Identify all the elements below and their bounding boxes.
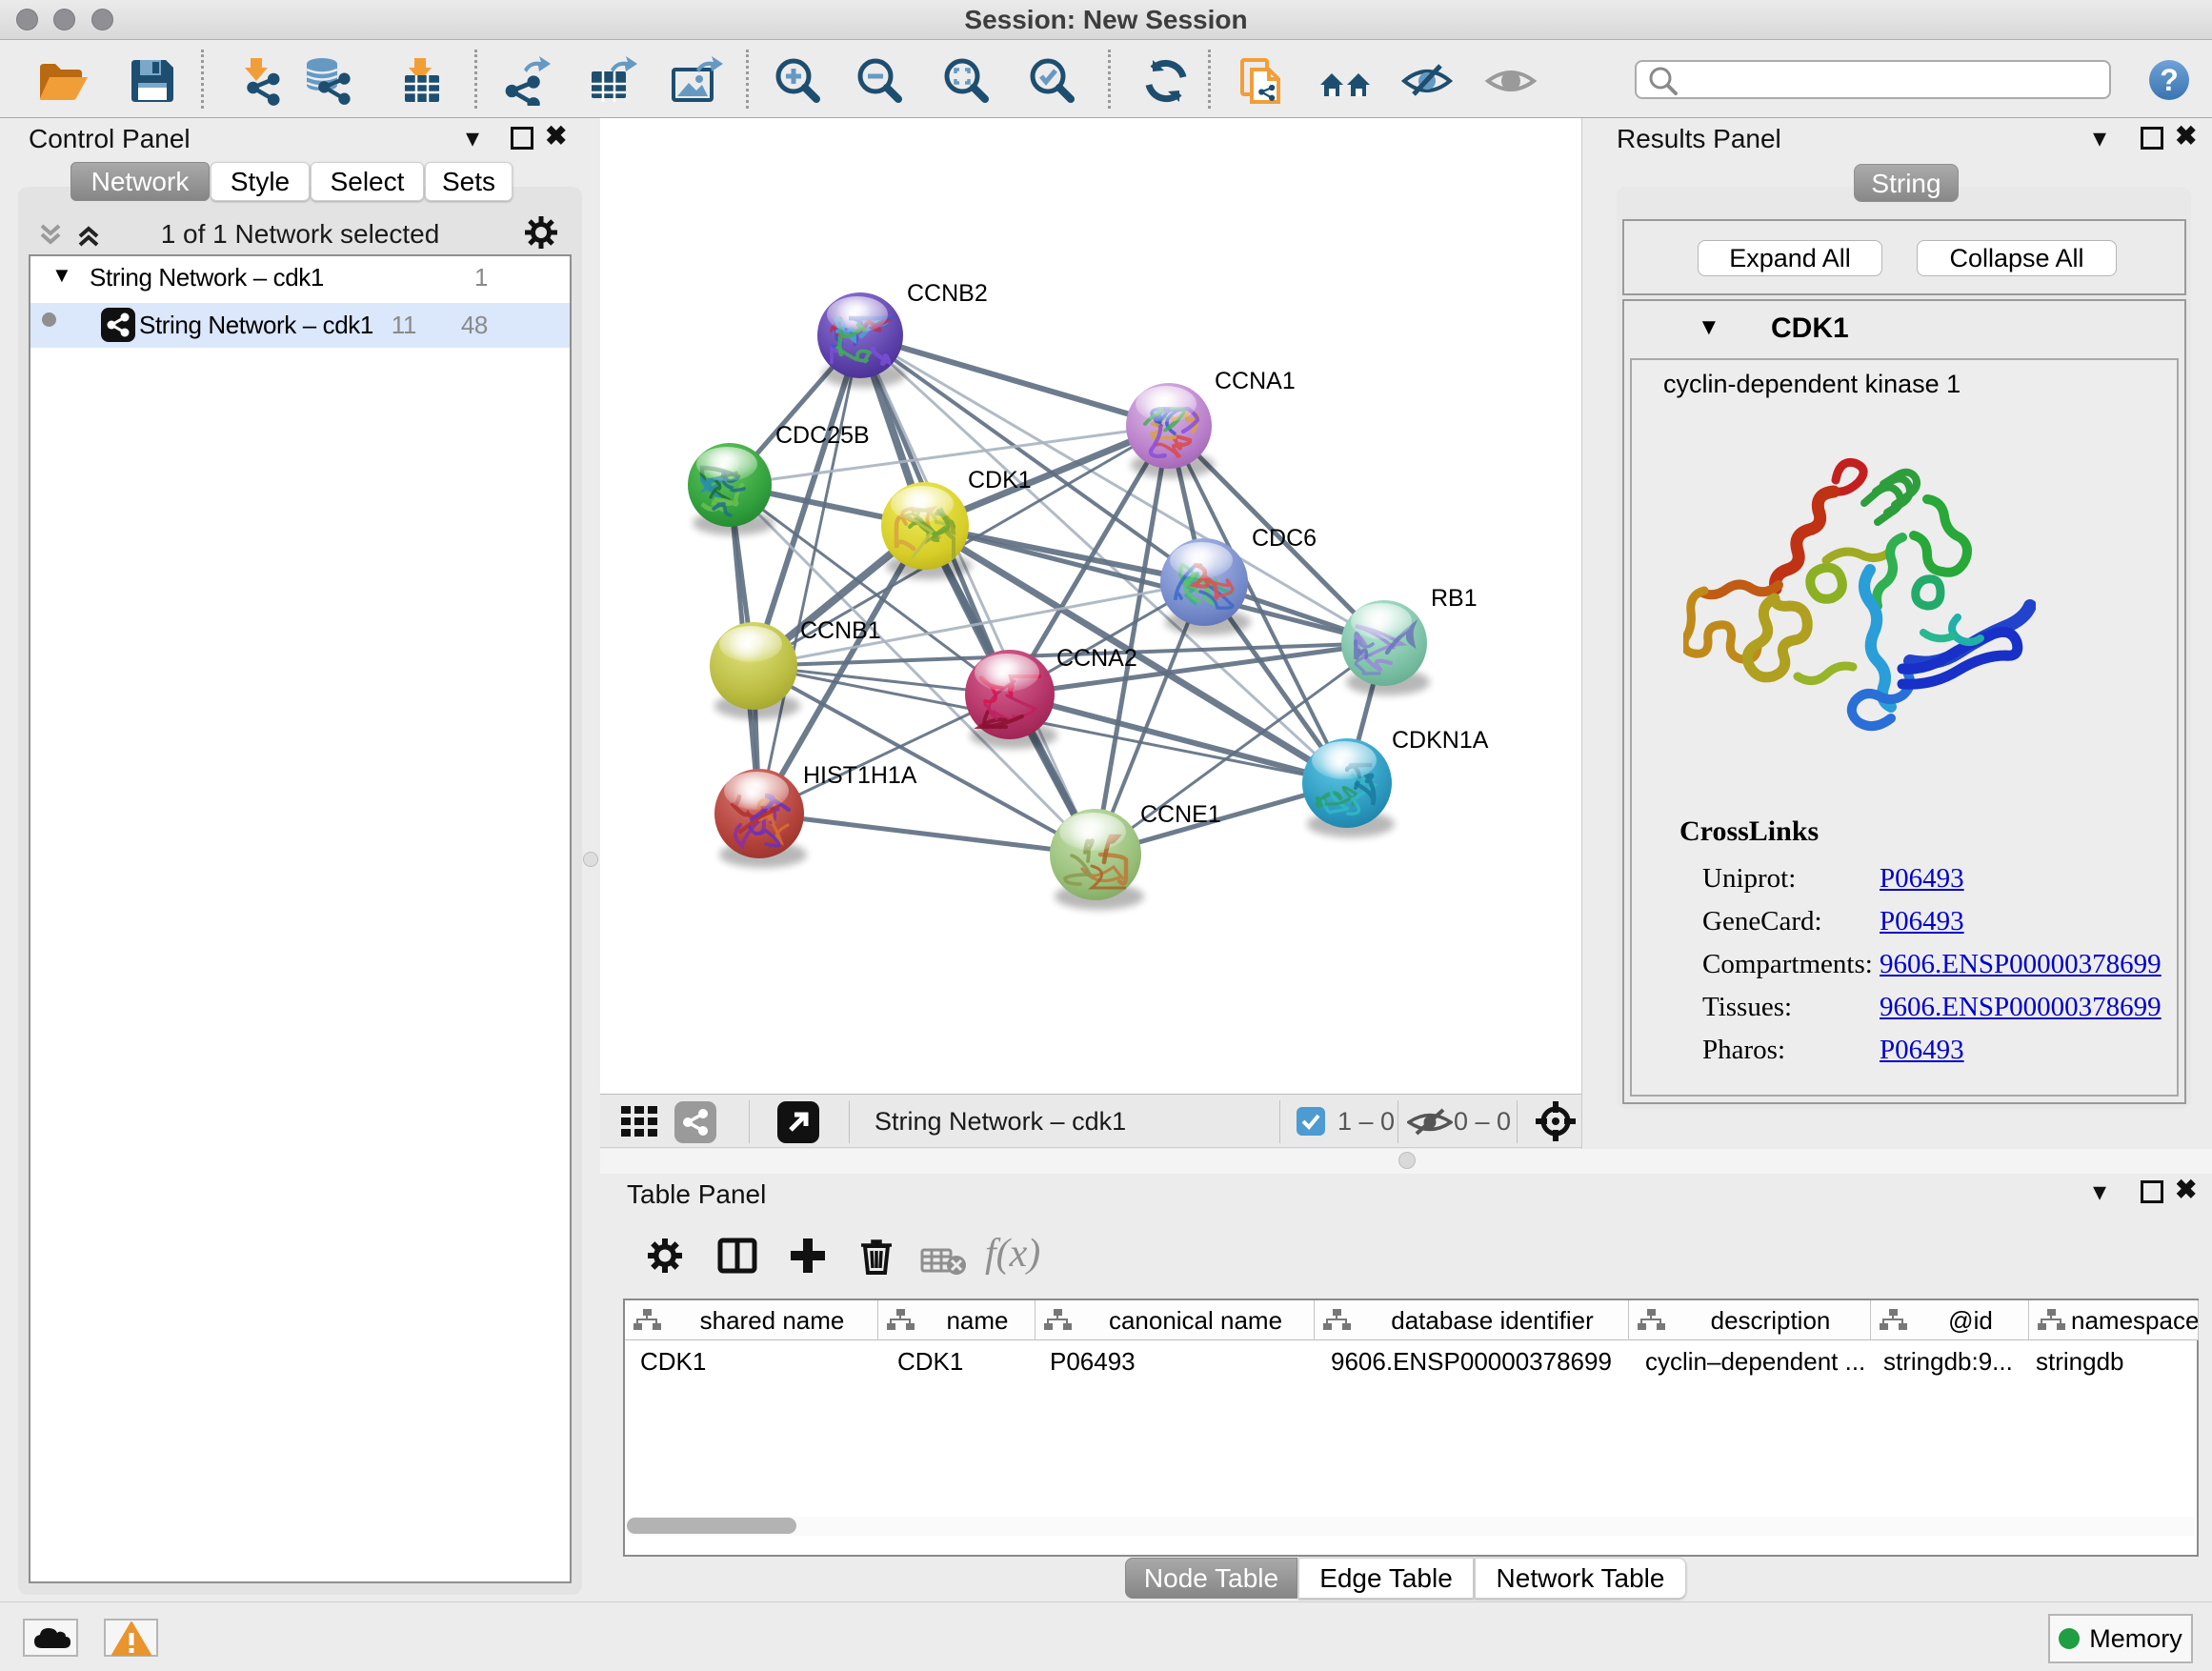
svg-text:RB1: RB1: [1431, 585, 1478, 612]
svg-text:CCNB2: CCNB2: [907, 280, 988, 307]
svg-text:HIST1H1A: HIST1H1A: [803, 762, 917, 789]
svg-text:CCNE1: CCNE1: [1140, 801, 1221, 828]
svg-text:CCNA2: CCNA2: [1056, 645, 1137, 672]
svg-text:CCNB1: CCNB1: [800, 617, 881, 644]
svg-text:CCNA1: CCNA1: [1215, 368, 1296, 394]
svg-text:CDK1: CDK1: [968, 467, 1032, 493]
svg-text:CDC6: CDC6: [1252, 525, 1317, 552]
svg-text:CDC25B: CDC25B: [775, 422, 870, 449]
svg-text:CDKN1A: CDKN1A: [1392, 727, 1489, 754]
